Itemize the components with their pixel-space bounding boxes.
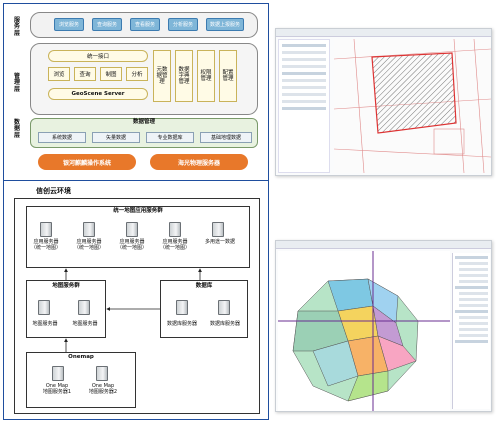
connectors xyxy=(64,268,202,352)
parcel-map-screenshot xyxy=(275,28,492,176)
screenshot-toolbar xyxy=(276,29,491,37)
district-toolbar xyxy=(276,241,491,249)
district-layer-panel xyxy=(452,253,490,409)
district-map-screenshot xyxy=(275,240,492,412)
district-map xyxy=(278,251,450,411)
parcel-map xyxy=(334,39,491,173)
screenshot-side-panel xyxy=(278,39,330,173)
